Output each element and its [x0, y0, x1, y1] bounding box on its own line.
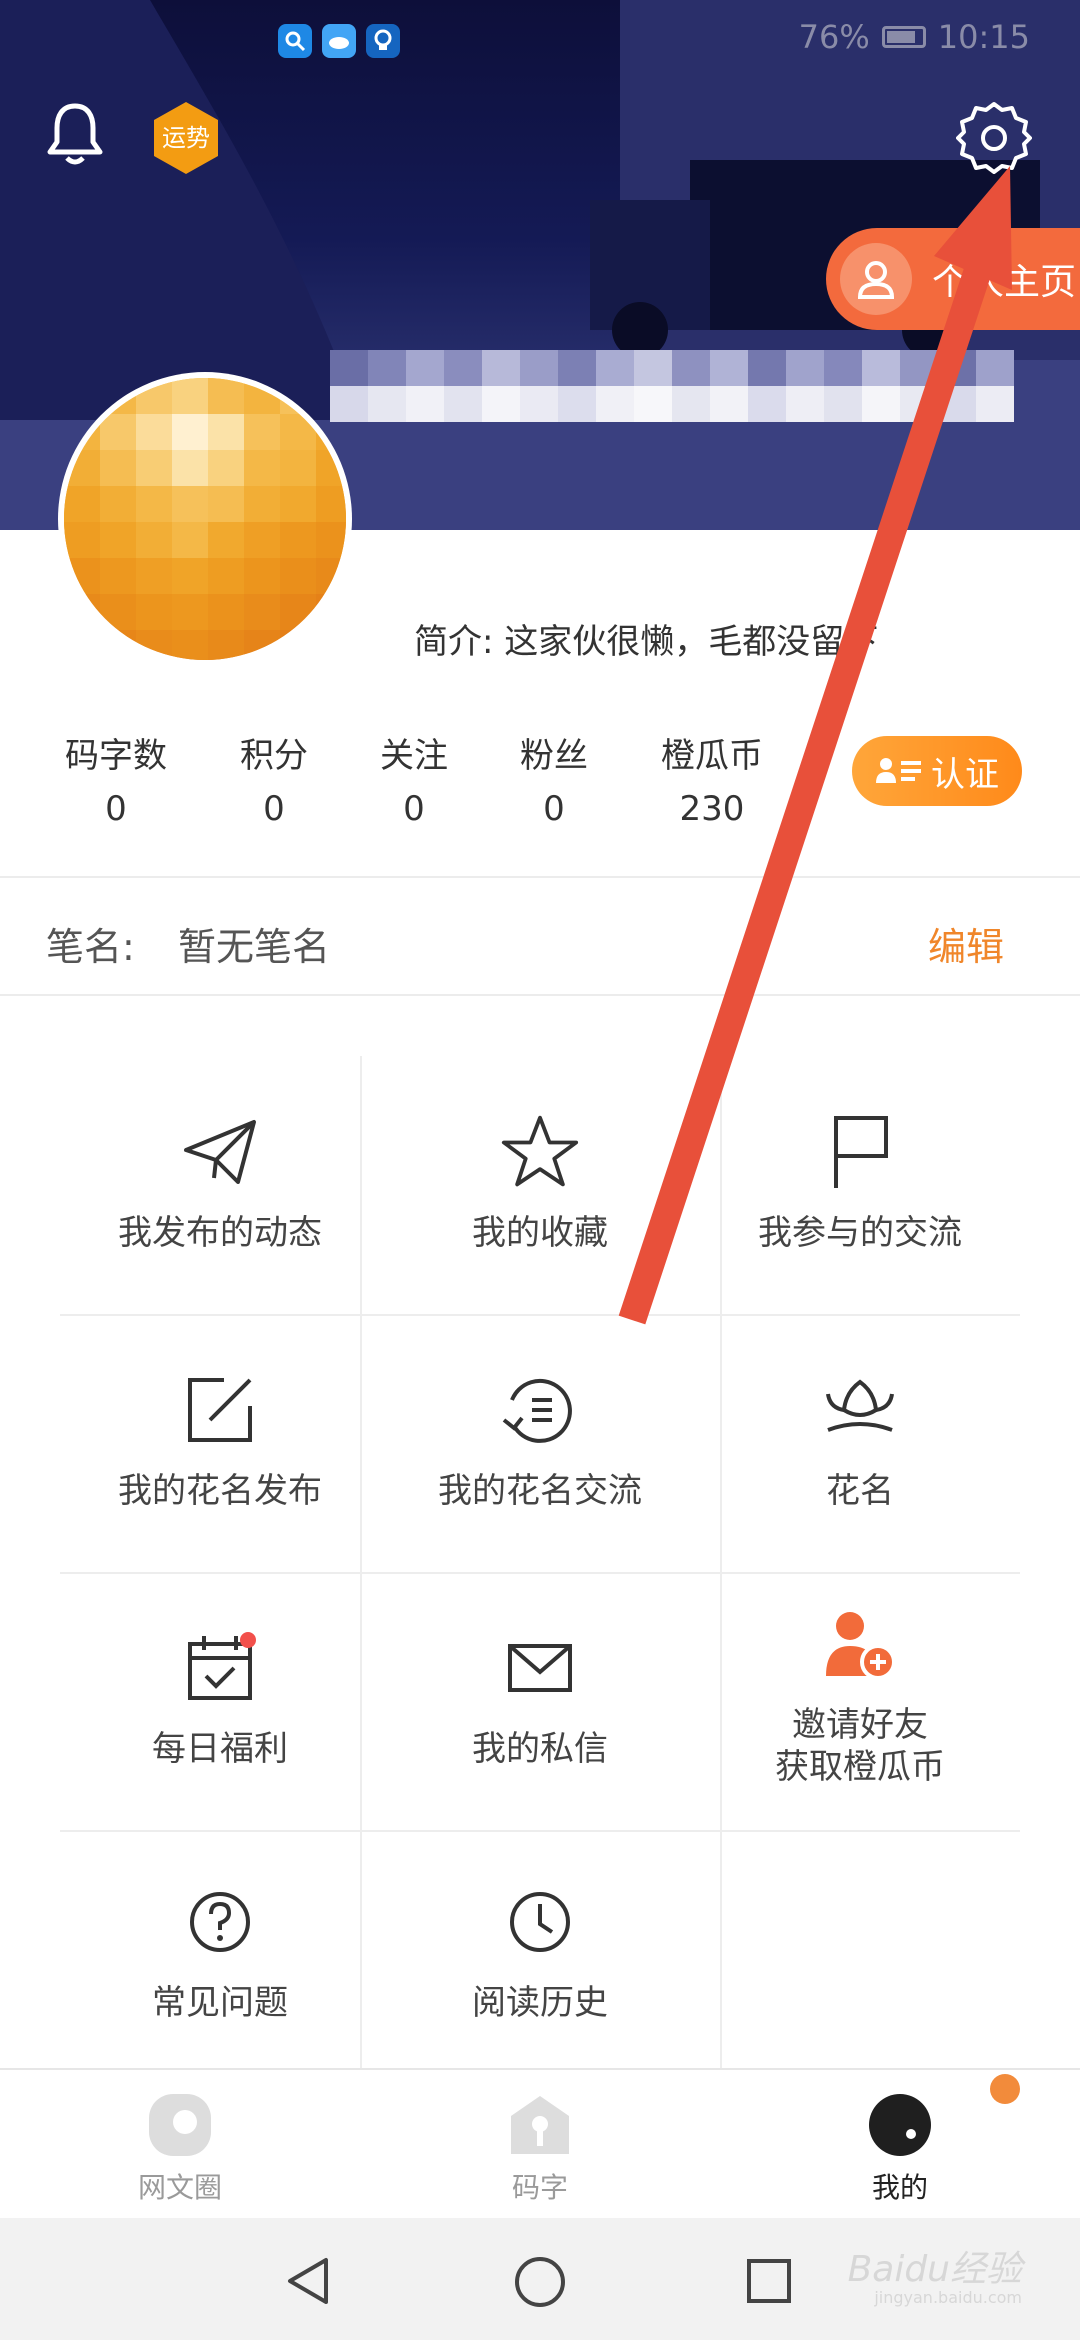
notification-dot [240, 1632, 256, 1648]
question-icon [180, 1882, 260, 1962]
bottom-tab-bar: 网文圈 码字 我的 [0, 2068, 1080, 2218]
back-icon[interactable] [286, 2256, 332, 2306]
grid-item-label-line2: 获取橙瓜币 [775, 1747, 945, 1787]
grid-divider [60, 1572, 1020, 1574]
tab-notification-dot [990, 2074, 1020, 2104]
envelope-icon [500, 1628, 580, 1708]
grid-item-label: 我的花名交流 [438, 1471, 642, 1511]
home-icon[interactable] [514, 2256, 566, 2308]
tab-circle[interactable]: 网文圈 [90, 2092, 270, 2206]
circle-tab-icon [149, 2094, 211, 2156]
watermark-logo: Baidu经验 [847, 2249, 1022, 2290]
grid-item-label: 我的私信 [472, 1729, 608, 1769]
grid-item-label: 阅读历史 [472, 1983, 608, 2023]
profile-dot-icon [869, 2094, 931, 2156]
add-user-icon [820, 1604, 900, 1684]
grid-item-messages[interactable]: 我的私信 [380, 1628, 700, 1770]
grid-item-reading-history[interactable]: 阅读历史 [380, 1882, 700, 2024]
tab-label: 我的 [871, 2171, 928, 2204]
grid-item-label: 邀请好友 获取橙瓜币 [775, 1704, 945, 1788]
grid-item-faq[interactable]: 常见问题 [60, 1882, 380, 2024]
house-pen-icon [511, 2096, 569, 2154]
grid-item-label: 常见问题 [152, 1983, 288, 2023]
grid-item-label: 花名 [826, 1471, 894, 1511]
grid-item-invite-friends[interactable]: 邀请好友 获取橙瓜币 [700, 1604, 1020, 1788]
grid-item-label: 每日福利 [152, 1729, 288, 1769]
tab-label: 码字 [511, 2171, 568, 2204]
tab-write[interactable]: 码字 [450, 2092, 630, 2206]
grid-divider [60, 1830, 1020, 1832]
calendar-check-icon [180, 1628, 260, 1708]
grid-item-daily-rewards[interactable]: 每日福利 [60, 1628, 380, 1770]
watermark-url: jingyan.baidu.com [874, 2288, 1022, 2307]
recents-icon[interactable] [746, 2258, 792, 2304]
tab-label: 网文圈 [137, 2171, 222, 2204]
tutorial-arrow-overlay [618, 166, 1012, 1325]
grid-item-label: 我的花名发布 [118, 1471, 322, 1511]
tab-mine[interactable]: 我的 [810, 2092, 990, 2206]
clock-icon [500, 1882, 580, 1962]
grid-item-label-line1: 邀请好友 [792, 1705, 928, 1745]
